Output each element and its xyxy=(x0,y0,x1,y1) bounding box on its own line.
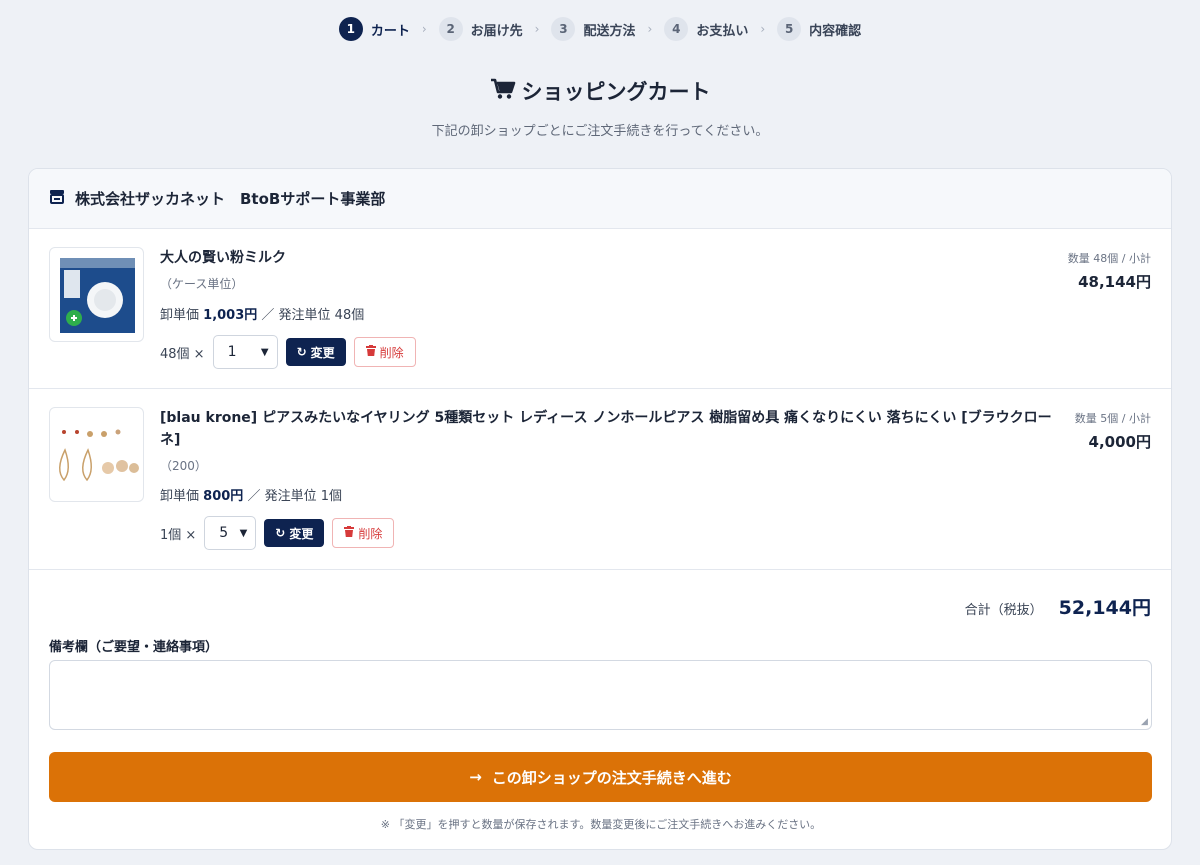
step-shipping: 3 配送方法 xyxy=(551,17,636,41)
item-subtotal: 48,144円 xyxy=(1078,273,1151,291)
step-payment: 4 お支払い xyxy=(664,17,748,41)
delete-label: 削除 xyxy=(358,526,383,541)
update-button[interactable]: ↻ 変更 xyxy=(264,519,325,547)
chevron-right-icon: › xyxy=(534,22,540,36)
quantity-select[interactable]: 1 ▼ xyxy=(212,335,278,369)
quantity-row: 1個 × 5 ▼ ↻ 変更 削除 xyxy=(160,516,395,550)
product-name[interactable]: [blau krone] ピアスみたいなイヤリング 5種類セット レディース ノ… xyxy=(160,407,1060,451)
cart-item: 大人の賢い粉ミルク （ケース単位） 卸単価 1,003円 ／ 発注単位 48個 … xyxy=(29,229,1171,389)
total-value: 52,144円 xyxy=(1058,597,1151,619)
shop-name: 株式会社ザッカネット BtoBサポート事業部 xyxy=(75,190,386,208)
step-label: 配送方法 xyxy=(583,23,636,39)
price-value: 800円 xyxy=(203,489,244,504)
order-unit: ／ 発注単位 48個 xyxy=(261,308,365,323)
product-image[interactable] xyxy=(49,247,144,342)
trash-icon xyxy=(344,526,355,540)
price-label: 卸単価 xyxy=(160,489,200,504)
step-number: 1 xyxy=(338,17,363,41)
product-variant: （ケース単位） xyxy=(160,277,244,291)
step-confirm: 5 内容確認 xyxy=(777,17,861,41)
product-variant: （200） xyxy=(160,459,207,473)
quantity-select[interactable]: 5 ▼ xyxy=(204,516,257,550)
notes-label: 備考欄（ご要望・連絡事項） xyxy=(49,640,219,655)
price-value: 1,003円 xyxy=(203,308,258,323)
chevron-down-icon: ▼ xyxy=(260,346,269,358)
quantity-row: 48個 × 1 ▼ ↻ 変更 削除 xyxy=(160,335,416,369)
unit-price: 卸単価 1,003円 ／ 発注単位 48個 xyxy=(160,304,364,323)
item-subtotal: 4,000円 xyxy=(1088,433,1151,451)
proceed-label: この卸ショップの注文手続きへ進む xyxy=(491,768,732,787)
page-title-text: ショッピングカート xyxy=(521,80,711,104)
step-number: 4 xyxy=(664,17,689,41)
step-label: お届け先 xyxy=(470,23,523,39)
qty-prefix: 48個 × xyxy=(160,346,205,362)
page-title: ショッピングカート xyxy=(0,76,1200,106)
cart-icon xyxy=(490,78,516,105)
cart-item: [blau krone] ピアスみたいなイヤリング 5種類セット レディース ノ… xyxy=(29,389,1171,570)
chevron-right-icon: › xyxy=(760,22,766,36)
shop-cart-card: 株式会社ザッカネット BtoBサポート事業部 大人の賢い粉ミルク （ケース単位）… xyxy=(28,168,1172,850)
qty-meta: 数量 48個 / 小計 xyxy=(1067,252,1151,265)
step-number: 5 xyxy=(777,17,802,41)
quantity-value: 1 xyxy=(227,344,237,360)
qty-meta: 数量 5個 / 小計 xyxy=(1074,412,1151,425)
proceed-checkout-button[interactable]: → この卸ショップの注文手続きへ進む xyxy=(49,752,1152,802)
order-total: 合計（税抜） 52,144円 xyxy=(965,593,1151,620)
refresh-icon: ↻ xyxy=(275,526,286,540)
price-label: 卸単価 xyxy=(160,308,200,323)
step-number: 3 xyxy=(551,17,576,41)
step-delivery: 2 お届け先 xyxy=(438,17,523,41)
quantity-value: 5 xyxy=(219,525,229,541)
delete-label: 削除 xyxy=(379,345,404,360)
trash-icon xyxy=(365,345,376,359)
chevron-right-icon: › xyxy=(421,22,427,36)
product-image[interactable] xyxy=(49,407,144,502)
step-cart: 1 カート xyxy=(338,17,410,41)
total-label: 合計（税抜） xyxy=(964,603,1043,618)
product-name[interactable]: 大人の賢い粉ミルク xyxy=(160,247,286,269)
shop-header: 株式会社ザッカネット BtoBサポート事業部 xyxy=(29,169,1171,229)
update-label: 変更 xyxy=(310,345,335,360)
store-icon xyxy=(49,189,65,208)
chevron-right-icon: › xyxy=(647,22,653,36)
notes-textarea[interactable] xyxy=(49,660,1152,730)
step-label: お支払い xyxy=(696,23,749,39)
checkout-steps: 1 カート › 2 お届け先 › 3 配送方法 › 4 お支払い › 5 内容確… xyxy=(0,17,1200,41)
step-label: カート xyxy=(370,23,410,39)
step-label: 内容確認 xyxy=(809,23,862,39)
update-label: 変更 xyxy=(289,526,314,541)
arrow-right-icon: → xyxy=(469,768,482,786)
page-subtitle: 下記の卸ショップごとにご注文手続きを行ってください。 xyxy=(431,124,769,139)
unit-price: 卸単価 800円 ／ 発注単位 1個 xyxy=(160,485,342,504)
qty-prefix: 1個 × xyxy=(160,527,197,543)
order-unit: ／ 発注単位 1個 xyxy=(247,489,342,504)
footnote: ※ 「変更」を押すと数量が保存されます。数量変更後にご注文手続きへお進みください… xyxy=(380,818,822,831)
update-button[interactable]: ↻ 変更 xyxy=(285,338,346,366)
delete-button[interactable]: 削除 xyxy=(353,337,416,367)
delete-button[interactable]: 削除 xyxy=(332,518,395,548)
chevron-down-icon: ▼ xyxy=(239,527,248,539)
step-number: 2 xyxy=(438,17,463,41)
refresh-icon: ↻ xyxy=(296,345,307,359)
